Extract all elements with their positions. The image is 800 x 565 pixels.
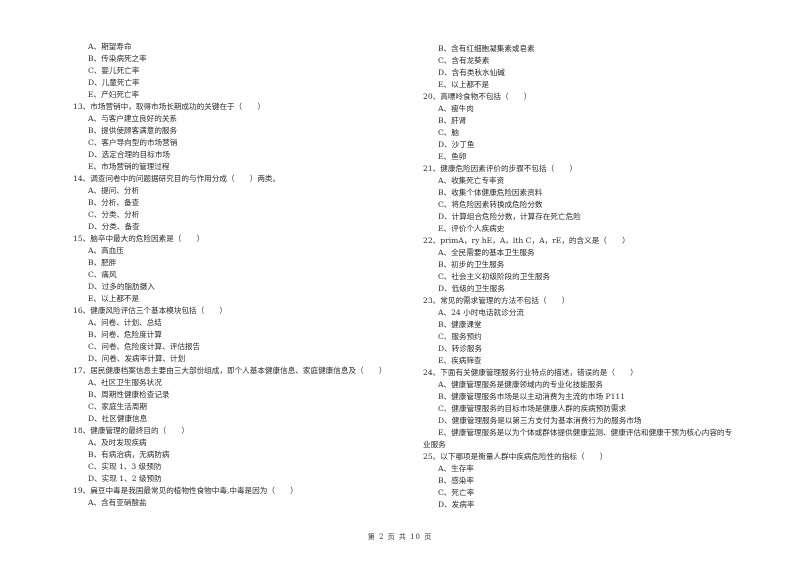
answer-option: E、鱼卵 — [438, 152, 467, 161]
answer-option: C、死亡率 — [438, 488, 475, 497]
answer-option: B、肥胖 — [88, 258, 117, 267]
page-number: 第 2 页 共 10 页 — [367, 533, 433, 541]
question-stem: 15、脑卒中最大的危险因素是（ ） — [73, 234, 205, 243]
answer-option: B、提供使顾客满意的服务 — [88, 126, 178, 135]
answer-option: D、含有类秋水仙碱 — [438, 68, 505, 77]
answer-option: D、分类、备查 — [88, 222, 140, 231]
question-stem: 23、常见的需求管理的方法不包括（ ） — [423, 296, 570, 305]
left-column: A、期望寿命 B、传染病死之率 C、婴儿死亡率 D、儿童死亡率 E、产妇死亡率 13、市场… — [73, 41, 413, 509]
answer-option: D、低级的卫生服务 — [438, 284, 505, 293]
answer-option: D、转诊服务 — [438, 344, 483, 353]
answer-option: C、痛风 — [88, 270, 117, 279]
answer-option: A、生存率 — [438, 464, 474, 473]
answer-option: D、实现 1、2 级预防 — [88, 474, 162, 483]
answer-option: C、家庭生活周期 — [88, 402, 147, 411]
answer-option: A、收集死亡专率资 — [438, 176, 505, 185]
answer-option: B、健康课堂 — [438, 320, 482, 329]
answer-option: D、沙丁鱼 — [438, 140, 475, 149]
answer-option: A、全民需要的基本卫生服务 — [438, 248, 535, 257]
answer-option: B、传染病死之率 — [88, 54, 147, 63]
answer-option: C、婴儿死亡率 — [88, 66, 140, 75]
answer-option: B、有病治病，无病防病 — [88, 450, 170, 459]
answer-option: B、分析、备查 — [88, 198, 140, 207]
answer-option: A、24 小时电话就诊分流 — [438, 308, 524, 317]
answer-option: E、疾病筛查 — [438, 356, 482, 365]
answer-option: C、客户导向型的市场营销 — [88, 138, 178, 147]
answer-option: E、产妇死亡率 — [88, 90, 140, 99]
answer-option: C、分类、分析 — [88, 210, 140, 219]
answer-option: C、问卷、危险度计算、评估报告 — [88, 342, 201, 351]
question-stem: 22、primA，ry hE，A，lth C，A，rE，的含义是（ ） — [423, 236, 630, 245]
answer-option: E、以上都不是 — [438, 80, 490, 89]
answer-option: D、选定合理的目标市场 — [88, 150, 171, 159]
answer-option: B、周期性健康检查记录 — [88, 390, 170, 399]
answer-option: D、社区健康信息 — [88, 414, 148, 423]
question-stem: 16、健康风险评估三个基本模块包括（ ） — [73, 306, 227, 315]
answer-option: D、健康管理服务是以第三方支付为基本消费行为的服务市场 — [438, 416, 642, 425]
answer-option: E、以上都不是 — [88, 294, 140, 303]
answer-option: B、肝肾 — [438, 116, 467, 125]
answer-option: C、将危险因素转换成危险分数 — [438, 200, 543, 209]
question-stem: 21、健康危险因素评价的步骤不包括（ ） — [423, 164, 577, 173]
answer-option: B、初步的卫生服务 — [438, 260, 505, 269]
question-stem: 24、下面有关健康管理服务行业特点的描述，错误的是（ ） — [423, 368, 638, 377]
answer-option: A、期望寿命 — [88, 42, 132, 51]
answer-option: A、与客户建立良好的关系 — [88, 114, 178, 123]
question-stem: 19、扁豆中毒是我国最常见的植物性食物中毒,中毒是因为（ ） — [73, 486, 298, 495]
question-stem: 25、以下哪项是衡量人群中疾病危险性的指标（ ） — [423, 452, 608, 461]
question-stem: 20、高嘌呤食物不包括（ ） — [423, 92, 532, 101]
answer-option: A、问卷、计划、总结 — [88, 318, 162, 327]
answer-option: A、瘦牛肉 — [438, 104, 474, 113]
answer-option: A、及时发现疾病 — [88, 438, 147, 447]
answer-option: D、儿童死亡率 — [88, 78, 140, 87]
question-stem: 13、市场营销中，取得市场长期成功的关键在于（ ） — [73, 102, 265, 111]
answer-option: C、含有龙葵素 — [438, 56, 490, 65]
answer-option: E、市场营销的管理过程 — [88, 162, 170, 171]
question-stem: 14、调查问卷中的问题据研究目的与作用分成（ ）两类。 — [73, 174, 281, 183]
answer-option: A、社区卫生服务状况 — [88, 378, 162, 387]
question-stem: 17、居民健康档案信息主要由三大部份组成，即个人基本健康信息、家庭健康信息及（ … — [73, 366, 387, 375]
answer-option: E、健康管理服务是以为个体或群体提供健康监测、健康评估和健康干预为核心内容的专 — [438, 428, 733, 437]
question-stem: 18、健康管理的最终目的（ ） — [73, 426, 189, 435]
answer-option: C、社会主义初级阶段的卫生服务 — [438, 272, 551, 281]
answer-option: C、实现 1、3 级预防 — [88, 462, 162, 471]
answer-option: D、问卷、发病率计算、计划 — [88, 354, 186, 363]
answer-option: C、脑 — [438, 128, 459, 137]
answer-option: B、感染率 — [438, 476, 474, 485]
answer-option: A、健康管理服务是健康领域内的专业化技能服务 — [438, 380, 603, 389]
answer-option: C、健康管理服务的目标市场是健康人群的疾病预防需求 — [438, 404, 627, 413]
answer-option: D、计算组合危险分数，计算存在死亡危险 — [438, 212, 581, 221]
answer-option: B、问卷、危险度计算 — [88, 330, 162, 339]
option-continuation: 业服务 — [423, 440, 446, 449]
answer-option: C、服务预约 — [438, 332, 482, 341]
answer-option: D、过多的脂肪摄入 — [88, 282, 155, 291]
answer-option: B、健康管理服务市场是以主动消费为主流的市场 P111 — [438, 392, 626, 401]
answer-option: A、提问、分析 — [88, 186, 140, 195]
right-column: B、含有红细胞凝集素或皂素 C、含有龙葵素 D、含有类秋水仙碱 E、以上都不是 20、高… — [423, 43, 768, 511]
answer-option: A、高血压 — [88, 246, 124, 255]
answer-option: E、评价个人疾病史 — [438, 224, 505, 233]
answer-option: A、含有亚硝酸盐 — [88, 498, 147, 507]
answer-option: B、含有红细胞凝集素或皂素 — [438, 44, 535, 53]
answer-option: B、收集个体健康危险因素资料 — [438, 188, 543, 197]
answer-option: D、发病率 — [438, 500, 475, 509]
